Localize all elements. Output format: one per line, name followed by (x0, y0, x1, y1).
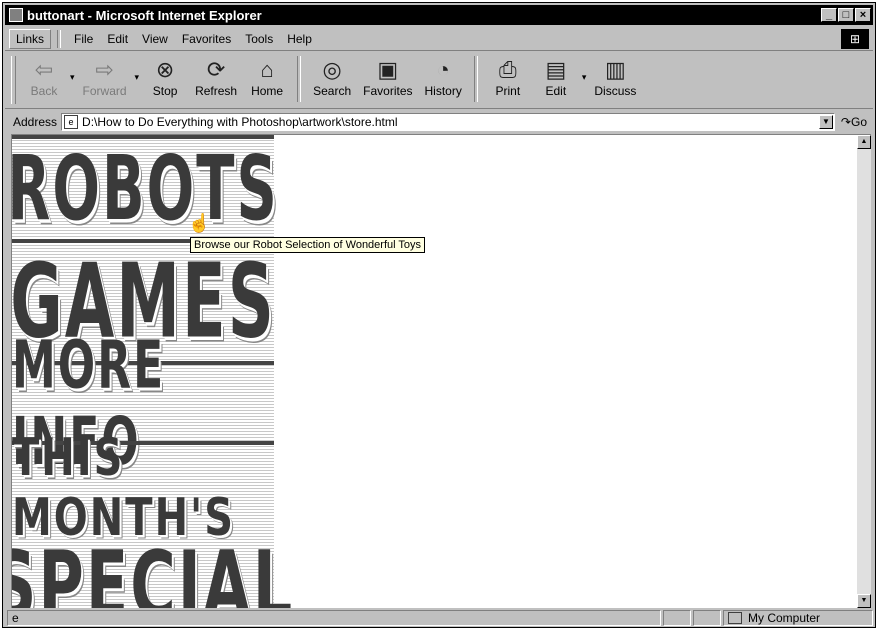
menu-tools[interactable]: Tools (238, 32, 280, 46)
menu-favorites[interactable]: Favorites (175, 32, 238, 46)
edit-button[interactable]: ▤ Edit (532, 56, 580, 98)
print-button[interactable]: ⎙ Print (484, 56, 532, 98)
computer-icon (728, 612, 742, 624)
window-title: buttonart - Microsoft Internet Explorer (27, 7, 262, 23)
scroll-up-icon[interactable]: ▲ (857, 135, 871, 149)
status-page-icon: e (12, 611, 19, 625)
title-bar: buttonart - Microsoft Internet Explorer … (5, 5, 873, 25)
refresh-button[interactable]: ⟳ Refresh (189, 56, 243, 98)
maximize-button[interactable]: □ (838, 8, 854, 22)
robots-nav-button[interactable]: ROBOTS (12, 135, 277, 241)
refresh-label: Refresh (195, 84, 238, 98)
favorites-label: Favorites (363, 84, 413, 98)
status-main: e (7, 610, 661, 626)
ie-icon (9, 8, 23, 22)
status-bar: e My Computer (5, 609, 873, 627)
toolbar-separator (473, 56, 478, 102)
go-label: Go (850, 115, 867, 129)
standard-toolbar: ⇦ Back ▾ ⇨ Forward ▾ ⊗ Stop ⟳ Refresh ⌂ … (5, 53, 873, 109)
stop-label: Stop (152, 84, 178, 98)
search-label: Search (313, 84, 352, 98)
toolbar-grip[interactable] (11, 56, 16, 104)
address-value[interactable]: D:\How to Do Everything with Photoshop\a… (82, 115, 819, 129)
back-arrow-icon: ⇦ (34, 57, 54, 82)
home-icon: ⌂ (260, 57, 274, 82)
go-button[interactable]: ↷ Go (841, 115, 867, 129)
word-edit-icon: ▤ (545, 57, 567, 82)
toolbar-separator (297, 56, 302, 102)
tooltip: Browse our Robot Selection of Wonderful … (190, 237, 426, 253)
page-icon: e (64, 115, 79, 129)
discuss-icon: ▥ (604, 57, 626, 82)
home-button[interactable]: ⌂ Home (243, 56, 291, 98)
stop-icon: ⊗ (155, 57, 175, 82)
minimize-button[interactable]: _ (821, 8, 837, 22)
favorites-button[interactable]: ▣ Favorites (357, 56, 418, 98)
menu-file[interactable]: File (67, 32, 100, 46)
forward-dropdown-icon[interactable]: ▾ (133, 72, 142, 83)
windows-logo-icon: ⊞ (841, 29, 869, 49)
status-panel (693, 610, 721, 626)
back-button[interactable]: ⇦ Back (20, 56, 68, 98)
close-button[interactable]: × (855, 8, 871, 22)
search-button[interactable]: ◎ Search (307, 56, 357, 98)
edit-label: Edit (545, 84, 567, 98)
browser-window: buttonart - Microsoft Internet Explorer … (2, 2, 876, 628)
menu-bar: Links File Edit View Favorites Tools Hel… (5, 28, 873, 51)
home-label: Home (251, 84, 284, 98)
address-label: Address (13, 115, 58, 129)
discuss-button[interactable]: ▥ Discuss (588, 56, 642, 98)
links-button[interactable]: Links (9, 29, 52, 49)
scroll-down-icon[interactable]: ▼ (857, 594, 871, 608)
security-zone: My Computer (723, 610, 873, 626)
go-arrow-icon: ↷ (840, 115, 851, 129)
address-bar: Address e D:\How to Do Everything with P… (5, 111, 873, 133)
menu-view[interactable]: View (135, 32, 175, 46)
zone-label: My Computer (748, 611, 821, 625)
forward-button[interactable]: ⇨ Forward (77, 56, 133, 98)
refresh-icon: ⟳ (206, 57, 226, 82)
address-field[interactable]: e D:\How to Do Everything with Photoshop… (61, 113, 835, 131)
special-nav-button[interactable]: THIS MONTH'S SPECIAL (12, 428, 292, 608)
back-label: Back (30, 84, 58, 98)
robots-label: ROBOTS (11, 137, 279, 241)
print-label: Print (495, 84, 521, 98)
page-content: ROBOTS GAMES MORE INFO THIS MONTH'S SPEC… (11, 134, 871, 608)
stop-button[interactable]: ⊗ Stop (141, 56, 189, 98)
menu-edit[interactable]: Edit (100, 32, 135, 46)
status-panel (663, 610, 691, 626)
vertical-scrollbar[interactable]: ▲ ▼ (857, 135, 871, 608)
discuss-label: Discuss (594, 84, 637, 98)
address-dropdown-icon[interactable]: ▼ (818, 115, 833, 129)
forward-arrow-icon: ⇨ (95, 57, 114, 82)
hand-cursor-icon: ☝ (188, 213, 211, 233)
menu-help[interactable]: Help (280, 32, 319, 46)
history-button[interactable]: ◔ History (419, 56, 468, 98)
back-dropdown-icon[interactable]: ▾ (68, 72, 77, 83)
forward-label: Forward (82, 84, 127, 98)
edit-dropdown-icon[interactable]: ▾ (580, 72, 589, 83)
history-label: History (424, 84, 462, 98)
menu-separator (57, 30, 62, 48)
search-icon: ◎ (322, 57, 342, 82)
special-label: SPECIAL (11, 529, 295, 608)
history-icon: ◔ (436, 57, 450, 82)
printer-icon: ⎙ (499, 57, 517, 82)
favorites-folder-icon: ▣ (377, 57, 399, 82)
